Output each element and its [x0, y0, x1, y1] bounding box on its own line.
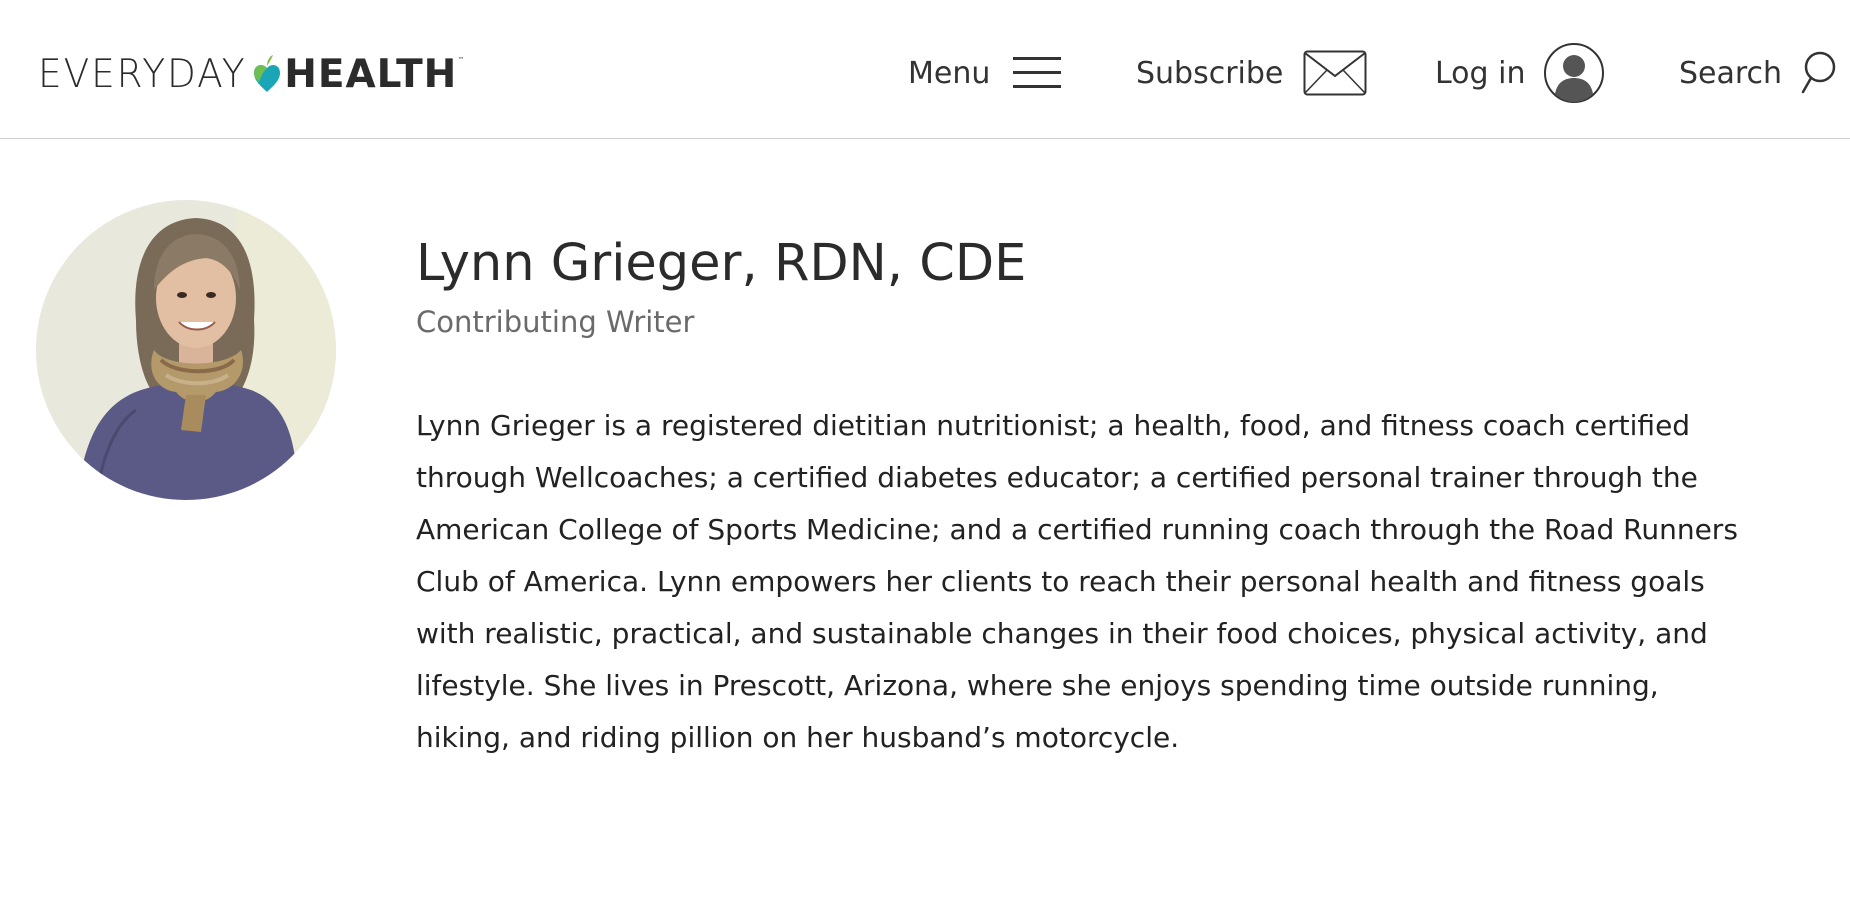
- author-bio: Lynn Grieger is a registered dietitian n…: [416, 409, 1738, 754]
- logo-word-everyday: EVERYDAY: [38, 51, 247, 97]
- search-label: Search: [1679, 55, 1783, 91]
- logo-trademark: ™: [457, 56, 465, 64]
- author-photo: [36, 200, 336, 500]
- subscribe-button[interactable]: Subscribe: [1136, 40, 1367, 106]
- magnifier-icon: [1800, 50, 1838, 96]
- logo-word-health: HEALTH: [284, 51, 458, 97]
- login-button[interactable]: Log in: [1435, 40, 1605, 106]
- login-label: Log in: [1435, 55, 1526, 91]
- menu-label: Menu: [908, 55, 991, 91]
- author-name: Lynn Grieger, RDN, CDE: [416, 234, 1027, 293]
- author-role: Contributing Writer: [416, 305, 695, 339]
- site-header: EVERYDAY HEALTH ™ Menu Subscribe Log in …: [0, 0, 1850, 139]
- envelope-icon: [1303, 50, 1367, 96]
- site-logo[interactable]: EVERYDAY HEALTH ™: [38, 50, 464, 98]
- author-profile: Lynn Grieger, RDN, CDE Contributing Writ…: [416, 232, 1746, 764]
- menu-button[interactable]: Menu: [908, 40, 1062, 106]
- search-button[interactable]: Search: [1679, 40, 1838, 106]
- apple-heart-icon: [251, 54, 283, 94]
- user-circle-icon: [1543, 42, 1605, 104]
- subscribe-label: Subscribe: [1136, 55, 1284, 91]
- hamburger-icon: [1012, 53, 1062, 93]
